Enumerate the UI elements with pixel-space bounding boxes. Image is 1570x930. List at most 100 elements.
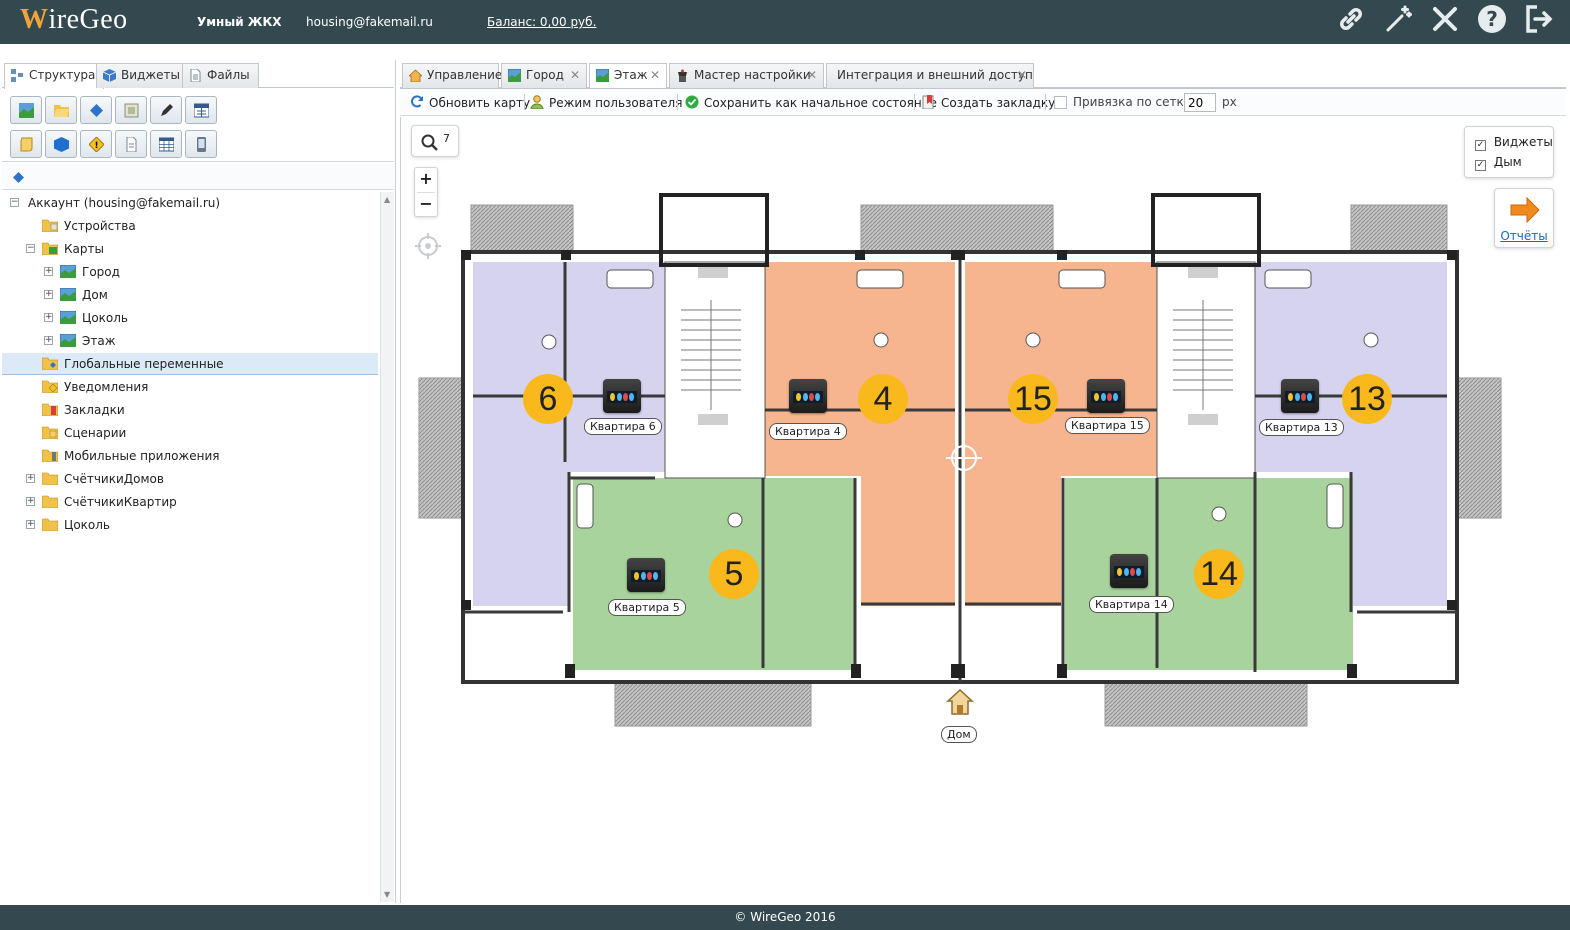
tab-structure-label: Структура xyxy=(29,68,96,82)
tab-city[interactable]: Город ✕ xyxy=(501,63,587,88)
file-icon xyxy=(190,69,201,82)
balance-link[interactable]: Баланс: 0,00 руб. xyxy=(487,15,596,29)
tree-node[interactable]: Сценарии xyxy=(2,422,378,444)
tree-node[interactable]: + Этаж xyxy=(2,330,378,352)
expand-icon[interactable]: + xyxy=(44,290,53,299)
logo-text: ireGeo xyxy=(48,4,128,35)
app-name: Умный ЖКХ xyxy=(197,15,282,29)
tab-control[interactable]: Управление xyxy=(402,63,502,88)
expand-icon[interactable]: + xyxy=(26,497,35,506)
logout-icon[interactable] xyxy=(1521,3,1557,39)
tree-node[interactable]: + Цоколь xyxy=(2,514,378,536)
close-icon[interactable]: ✕ xyxy=(1017,64,1027,87)
add-notification-button[interactable]: ! xyxy=(80,130,112,158)
house-label[interactable]: Дом xyxy=(941,726,977,743)
add-table-button[interactable] xyxy=(150,130,182,158)
tree-node[interactable]: − Карты xyxy=(2,238,378,260)
link-icon[interactable] xyxy=(1333,3,1369,39)
apartment-15-label[interactable]: Квартира 15 xyxy=(1065,417,1150,434)
tree-node[interactable]: Закладки xyxy=(2,399,378,421)
expand-icon[interactable]: + xyxy=(44,336,53,345)
apartment-6-meter-icon[interactable] xyxy=(603,379,641,413)
user-mode-button[interactable]: Режим пользователя xyxy=(530,95,682,110)
tree-node[interactable]: + Дом xyxy=(2,284,378,306)
close-icon[interactable]: ✕ xyxy=(650,64,660,87)
tree-node[interactable]: − Аккаунт (housing@fakemail.ru) xyxy=(2,192,378,214)
tools-icon[interactable] xyxy=(1427,3,1463,39)
tree-node[interactable]: Мобильные приложения xyxy=(2,445,378,467)
tree-node[interactable]: + СчётчикиДомов xyxy=(2,468,378,490)
apartment-14-badge[interactable]: 14 xyxy=(1194,549,1244,599)
map-icon xyxy=(508,69,521,82)
apartment-5-badge[interactable]: 5 xyxy=(709,549,759,599)
apartment-5-meter-icon[interactable] xyxy=(627,558,665,592)
apartment-13-badge[interactable]: 13 xyxy=(1342,374,1392,424)
save-initial-state-button[interactable]: Сохранить как начальное состояние xyxy=(685,95,937,110)
diamond-icon[interactable] xyxy=(13,172,24,183)
tree-node[interactable]: Глобальные переменные xyxy=(2,353,378,375)
tree-node-label: Карты xyxy=(64,242,104,256)
layer-widgets-checkbox[interactable]: ✓ xyxy=(1475,140,1486,151)
apartment-15-badge[interactable]: 15 xyxy=(1008,374,1058,424)
close-icon[interactable]: ✕ xyxy=(807,64,817,87)
add-map-button[interactable] xyxy=(10,96,42,124)
add-pen-button[interactable] xyxy=(150,96,182,124)
magic-wand-icon[interactable] xyxy=(1380,3,1416,39)
help-icon[interactable]: ? xyxy=(1474,3,1510,39)
expand-icon[interactable]: + xyxy=(26,474,35,483)
apartment-4-area xyxy=(861,476,955,606)
layer-widgets[interactable]: ✓ Виджеты xyxy=(1475,135,1553,151)
layer-smoke[interactable]: ✓ Дым xyxy=(1475,155,1522,171)
balcony xyxy=(860,204,1054,258)
map-canvas[interactable]: 7 + − ✓ Виджеты ✓ Дым Отчёты 6 Квартира … xyxy=(400,117,1566,903)
tree-node[interactable]: Уведомления xyxy=(2,376,378,398)
collapse-icon[interactable]: − xyxy=(26,244,35,253)
expand-icon[interactable]: + xyxy=(44,313,53,322)
apartment-15-meter-icon[interactable] xyxy=(1087,379,1125,413)
apartment-4-badge[interactable]: 4 xyxy=(858,374,908,424)
reports-button[interactable]: Отчёты xyxy=(1494,188,1554,248)
tab-widgets[interactable]: Виджеты xyxy=(96,63,189,88)
grid-size-input[interactable] xyxy=(1184,93,1216,112)
apartment-6-badge[interactable]: 6 xyxy=(523,374,573,424)
layer-smoke-checkbox[interactable]: ✓ xyxy=(1475,160,1486,171)
add-widget-button[interactable] xyxy=(45,130,77,158)
tree-node[interactable]: + Цоколь xyxy=(2,307,378,329)
tree-node[interactable]: Устройства xyxy=(2,215,378,237)
close-icon[interactable]: ✕ xyxy=(570,64,580,87)
expand-icon[interactable]: + xyxy=(44,267,53,276)
apartment-14-label[interactable]: Квартира 14 xyxy=(1089,596,1174,613)
apartment-13-meter-icon[interactable] xyxy=(1281,379,1319,413)
expand-icon[interactable]: + xyxy=(26,520,35,529)
add-document-button[interactable] xyxy=(115,130,147,158)
zoom-out-button[interactable]: − xyxy=(415,193,437,217)
apartment-4-label[interactable]: Квартира 4 xyxy=(769,423,847,440)
apartment-14-meter-icon[interactable] xyxy=(1110,554,1148,588)
tree-node[interactable]: + Город xyxy=(2,261,378,283)
add-mobile-button[interactable] xyxy=(185,130,217,158)
locate-icon[interactable] xyxy=(415,233,441,259)
tab-files[interactable]: Файлы xyxy=(182,63,259,88)
apartment-13-label[interactable]: Квартира 13 xyxy=(1259,419,1344,436)
add-variable-button[interactable] xyxy=(80,96,112,124)
tab-setup-wizard[interactable]: Мастер настройки ✕ xyxy=(669,63,824,88)
add-device-button[interactable] xyxy=(115,96,147,124)
zoom-in-button[interactable]: + xyxy=(415,168,437,192)
house-icon[interactable] xyxy=(946,688,974,716)
tree-scrollbar[interactable]: ▲ ▼ xyxy=(380,192,394,902)
refresh-map-button[interactable]: Обновить карту xyxy=(410,95,530,110)
collapse-icon[interactable]: − xyxy=(10,198,19,207)
tab-integration[interactable]: Интеграция и внешний доступ ✕ xyxy=(826,63,1034,88)
tab-structure[interactable]: Структура xyxy=(4,63,105,89)
add-calculator-button[interactable] xyxy=(185,96,217,124)
grid-snap-checkbox[interactable] xyxy=(1054,96,1067,109)
tree-node[interactable]: + СчётчикиКвартир xyxy=(2,491,378,513)
tab-floor[interactable]: Этаж ✕ xyxy=(589,63,667,89)
apartment-6-label[interactable]: Квартира 6 xyxy=(584,418,662,435)
add-folder-button[interactable] xyxy=(45,96,77,124)
search-button[interactable]: 7 xyxy=(411,125,459,157)
create-bookmark-button[interactable]: Создать закладку xyxy=(922,95,1055,110)
add-script-button[interactable] xyxy=(10,130,42,158)
apartment-4-meter-icon[interactable] xyxy=(789,379,827,413)
apartment-5-label[interactable]: Квартира 5 xyxy=(608,599,686,616)
